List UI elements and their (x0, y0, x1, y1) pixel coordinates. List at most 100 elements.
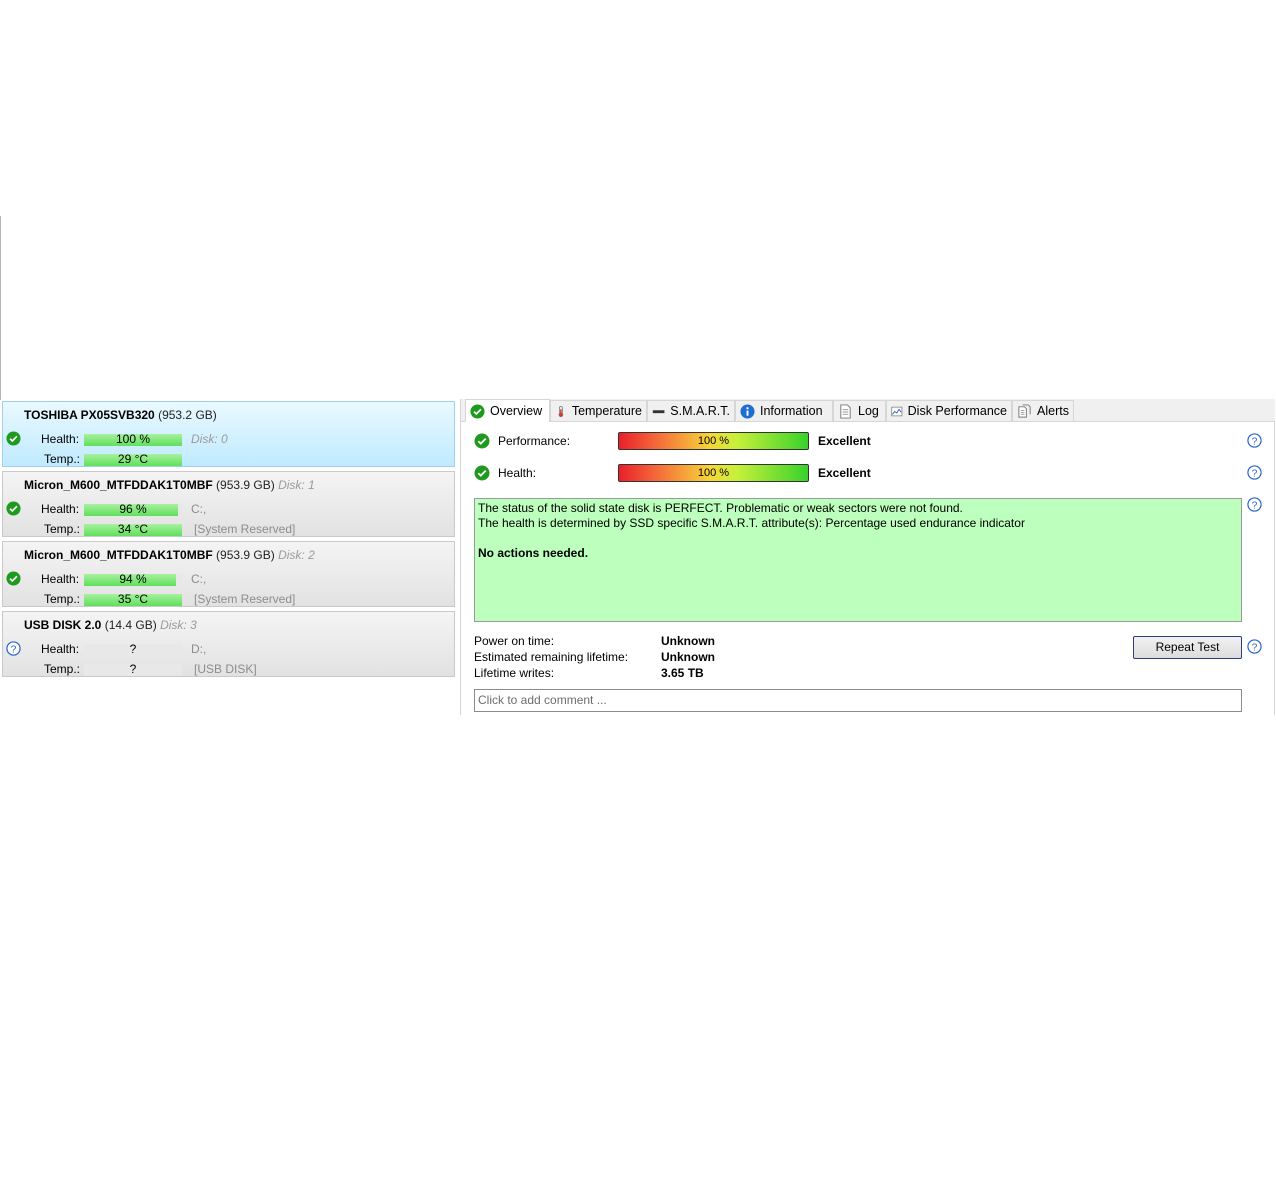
disk-list: TOSHIBA PX05SVB320 (953.2 GB) Health: 10… (0, 399, 460, 715)
temp-bar: 29 °C (84, 452, 182, 466)
svg-text:?: ? (11, 644, 17, 655)
health-rating: Excellent (818, 466, 871, 480)
health-value: 100 % (697, 467, 730, 479)
disk-number: Disk: 1 (278, 478, 315, 492)
temp-value: 35 °C (117, 592, 149, 606)
alerts-icon (1018, 403, 1031, 418)
disk-name: Micron_M600_MTFDDAK1T0MBF (24, 548, 213, 562)
health-bar: 100 % (84, 432, 182, 446)
performance-rating: Excellent (818, 434, 871, 448)
check-circle-icon (6, 571, 21, 586)
health-label: Health: (41, 432, 80, 446)
volume-name: [System Reserved] (194, 592, 296, 606)
health-label: Health: (41, 502, 80, 516)
disk-name: TOSHIBA PX05SVB320 (24, 408, 155, 422)
help-icon[interactable]: ? (1247, 433, 1262, 448)
status-message: The status of the solid state disk is PE… (474, 498, 1242, 622)
smart-bar-icon (652, 409, 665, 413)
volume-name: [System Reserved] (194, 522, 296, 536)
health-bar: 96 % (84, 502, 182, 516)
disk-size: (14.4 GB) (104, 618, 157, 632)
health-value: ? (129, 642, 137, 656)
disk-card[interactable]: Micron_M600_MTFDDAK1T0MBF (953.9 GB) Dis… (2, 471, 455, 537)
disk-size: (953.9 GB) (216, 478, 275, 492)
performance-bar: 100 % (618, 432, 809, 450)
thermometer-icon (558, 405, 564, 417)
temp-label: Temp.: (44, 592, 81, 606)
disk-number: Disk: 3 (160, 618, 197, 632)
tab-smart[interactable]: S.M.A.R.T. (647, 400, 735, 421)
health-value: 100 % (115, 432, 151, 446)
svg-text:?: ? (1252, 436, 1258, 447)
document-icon (840, 403, 851, 419)
remaining-lifetime-value: Unknown (661, 650, 715, 664)
disk-size: (953.9 GB) (216, 548, 275, 562)
repeat-test-button[interactable]: Repeat Test (1133, 636, 1242, 659)
temp-value: ? (129, 662, 137, 676)
health-label: Health: (41, 642, 80, 656)
tab-label: Disk Performance (907, 404, 1007, 418)
chart-icon (891, 406, 903, 416)
temp-label: Temp.: (44, 452, 81, 466)
drive-letters: C:, (191, 502, 207, 516)
health-bar: ? (84, 642, 182, 656)
tab-disk-performance[interactable]: Disk Performance (886, 400, 1012, 421)
help-icon[interactable]: ? (1247, 465, 1262, 480)
temp-bar: 35 °C (84, 592, 182, 606)
temp-bar: ? (84, 662, 182, 676)
tab-information[interactable]: Information (735, 400, 833, 421)
disk-card[interactable]: Micron_M600_MTFDDAK1T0MBF (953.9 GB) Dis… (2, 541, 455, 607)
disk-number: Disk: 2 (278, 548, 315, 562)
tab-label: Alerts (1037, 404, 1069, 418)
tab-overview[interactable]: Overview (465, 399, 550, 422)
temp-label: Temp.: (44, 522, 81, 536)
lifetime-writes-label: Lifetime writes: (474, 666, 555, 680)
health-bar: 94 % (84, 572, 182, 586)
window-edge-line (0, 216, 1, 400)
details-panel: Overview Temperature S.M.A.R.T. Informat… (460, 399, 1276, 715)
drive-letters: D:, (191, 642, 207, 656)
tab-bar: Overview Temperature S.M.A.R.T. Informat… (461, 399, 1275, 422)
help-icon[interactable]: ? (1247, 639, 1262, 654)
temp-bar: 34 °C (84, 522, 182, 536)
status-line: The status of the solid state disk is PE… (478, 501, 963, 515)
performance-value: 100 % (697, 435, 730, 447)
tab-label: Temperature (571, 404, 642, 418)
disk-number: Disk: 0 (191, 432, 228, 446)
remaining-lifetime-label: Estimated remaining lifetime: (474, 650, 629, 664)
check-circle-icon (470, 403, 485, 419)
health-label: Health: (498, 466, 537, 480)
disk-size: (953.2 GB) (158, 408, 217, 422)
svg-text:?: ? (1252, 500, 1258, 511)
help-icon[interactable]: ? (1247, 497, 1262, 512)
svg-text:?: ? (1252, 642, 1258, 653)
performance-label: Performance: (498, 434, 571, 448)
power-on-value: Unknown (661, 634, 715, 648)
check-circle-icon (6, 431, 21, 446)
health-label: Health: (41, 572, 80, 586)
tab-label: Information (760, 404, 823, 418)
health-bar: 100 % (618, 464, 809, 482)
check-circle-icon (474, 433, 490, 449)
disk-card[interactable]: USB DISK 2.0 (14.4 GB) Disk: 3 ? Health:… (2, 611, 455, 677)
temp-value: 34 °C (117, 522, 149, 536)
drive-letters: C:, (191, 572, 207, 586)
tab-label: Log (858, 404, 879, 418)
tab-log[interactable]: Log (833, 400, 886, 421)
health-value: 96 % (119, 502, 147, 516)
lifetime-writes-value: 3.65 TB (661, 666, 704, 680)
tab-temperature[interactable]: Temperature (550, 400, 647, 421)
disk-card[interactable]: TOSHIBA PX05SVB320 (953.2 GB) Health: 10… (2, 401, 455, 467)
volume-name: [USB DISK] (194, 662, 257, 676)
tab-label: S.M.A.R.T. (670, 404, 730, 418)
health-value: 94 % (119, 572, 147, 586)
question-circle-icon: ? (6, 641, 21, 656)
temp-value: 29 °C (117, 452, 149, 466)
comment-field[interactable]: Click to add comment ... (474, 689, 1242, 712)
temp-label: Temp.: (44, 662, 81, 676)
check-circle-icon (474, 465, 490, 481)
status-action: No actions needed. (478, 546, 589, 560)
status-line: The health is determined by SSD specific… (478, 516, 1025, 530)
info-icon (740, 403, 755, 419)
tab-alerts[interactable]: Alerts (1012, 400, 1074, 421)
